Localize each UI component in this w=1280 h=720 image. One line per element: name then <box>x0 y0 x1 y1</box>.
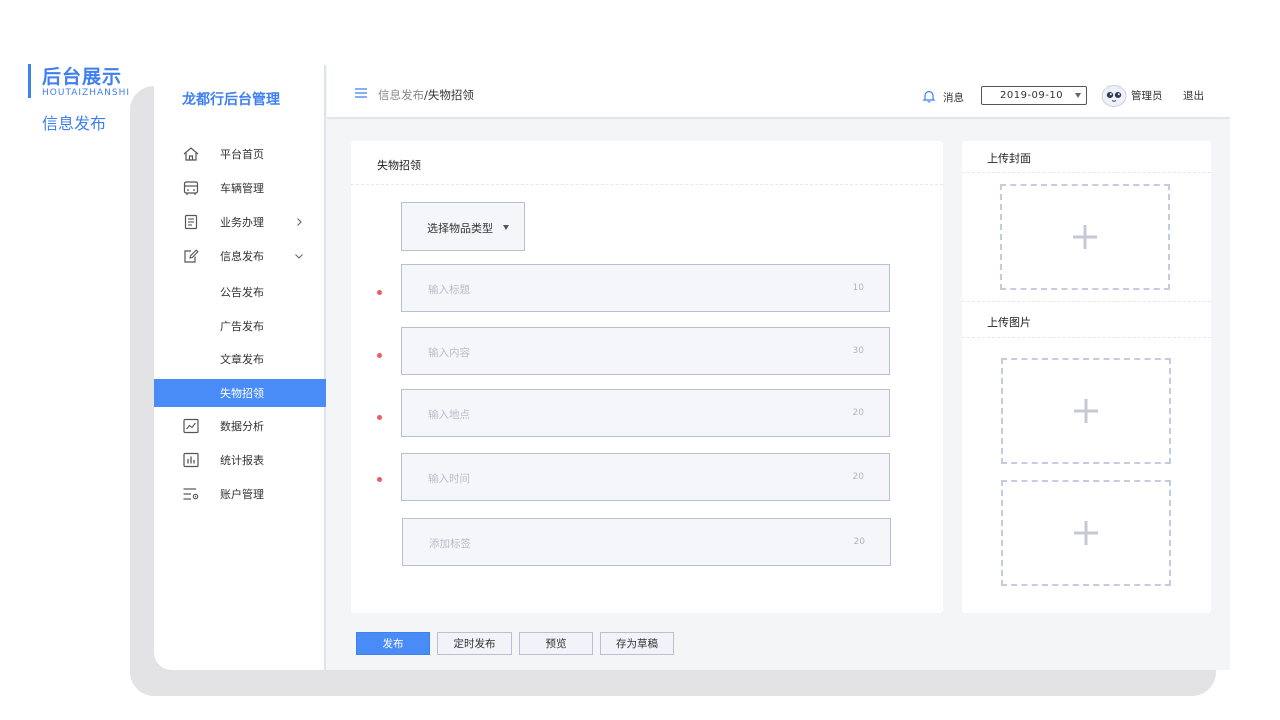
images-upload-title: 上传图片 <box>987 316 1031 329</box>
date-select[interactable]: 2019-09-10 <box>981 86 1087 105</box>
settings-list-icon <box>182 486 200 502</box>
item-type-select[interactable]: 选择物品类型 <box>401 202 525 251</box>
sidebar: 龙都行后台管理 平台首页 车辆管理 业务办理 信息发布 公告发布 广告发布 文章… <box>154 65 326 670</box>
sidebar-item-home[interactable]: 平台首页 <box>154 140 326 168</box>
sidebar-subitem-articles[interactable]: 文章发布 <box>154 345 326 373</box>
required-indicator <box>377 353 382 358</box>
page-title-pinyin: HOUTAIZHANSHI <box>42 88 131 98</box>
plus-icon <box>1073 225 1097 249</box>
bar-chart-icon <box>182 452 200 468</box>
input-placeholder: 输入标题 <box>428 284 470 296</box>
edit-icon <box>182 248 200 264</box>
sidebar-item-label: 业务办理 <box>220 216 264 229</box>
required-indicator <box>377 415 382 420</box>
plus-icon <box>1074 399 1098 423</box>
sidebar-item-label: 失物招领 <box>220 387 264 400</box>
breadcrumb-parent[interactable]: 信息发布 <box>378 88 424 102</box>
time-input[interactable]: 输入时间 20 <box>401 453 890 501</box>
title-input[interactable]: 输入标题 10 <box>401 264 890 312</box>
sidebar-item-label: 公告发布 <box>220 286 264 299</box>
location-input[interactable]: 输入地点 20 <box>401 389 890 437</box>
sidebar-item-analytics[interactable]: 数据分析 <box>154 412 326 440</box>
image-upload-area-2[interactable] <box>1001 480 1171 586</box>
sidebar-item-label: 广告发布 <box>220 320 264 333</box>
page-title: 后台展示 <box>42 66 123 88</box>
document-icon <box>182 214 200 230</box>
breadcrumb-current: 失物招领 <box>427 88 474 102</box>
char-limit: 20 <box>852 472 864 482</box>
char-limit: 10 <box>852 283 864 293</box>
content-input[interactable]: 输入内容 30 <box>401 327 890 375</box>
sidebar-item-reports[interactable]: 统计报表 <box>154 446 326 474</box>
input-placeholder: 输入时间 <box>428 473 470 485</box>
sidebar-item-accounts[interactable]: 账户管理 <box>154 480 326 508</box>
sidebar-subitem-ads[interactable]: 广告发布 <box>154 312 326 340</box>
sidebar-subitem-announcement[interactable]: 公告发布 <box>154 278 326 306</box>
upload-card: 上传封面 上传图片 <box>962 141 1211 613</box>
required-indicator <box>377 477 382 482</box>
image-upload-area-1[interactable] <box>1001 358 1171 464</box>
sidebar-item-label: 统计报表 <box>220 454 264 467</box>
home-icon <box>182 146 200 162</box>
sidebar-item-label: 信息发布 <box>220 250 264 263</box>
caret-down-icon <box>1075 93 1081 98</box>
card-divider <box>962 172 1211 173</box>
sidebar-item-vehicles[interactable]: 车辆管理 <box>154 174 326 202</box>
breadcrumb: 信息发布/失物招领 <box>378 87 474 103</box>
logout-link[interactable]: 退出 <box>1183 88 1204 103</box>
chevron-right-icon <box>297 218 302 226</box>
caret-down-icon <box>503 225 509 230</box>
sidebar-item-label: 账户管理 <box>220 488 264 501</box>
publish-button[interactable]: 发布 <box>356 632 430 655</box>
top-header: 信息发布/失物招领 消息 2019-09-10 管理员 退出 <box>327 65 1230 119</box>
preview-button[interactable]: 预览 <box>519 632 593 655</box>
cover-upload-area[interactable] <box>1000 184 1170 290</box>
sidebar-item-label: 平台首页 <box>220 148 264 161</box>
sidebar-subitem-lost-found[interactable]: 失物招领 <box>154 379 326 407</box>
sidebar-item-label: 文章发布 <box>220 353 264 366</box>
input-placeholder: 输入内容 <box>428 347 470 359</box>
required-indicator <box>377 290 382 295</box>
sidebar-item-business[interactable]: 业务办理 <box>154 208 326 236</box>
bus-icon <box>182 180 200 196</box>
lost-found-form-card: 失物招领 选择物品类型 输入标题 10 输入内容 30 输入地点 20 输入时间… <box>351 141 943 613</box>
input-placeholder: 添加标签 <box>429 538 471 550</box>
avatar[interactable] <box>1100 82 1128 108</box>
char-limit: 30 <box>852 346 864 356</box>
input-placeholder: 输入地点 <box>428 409 470 421</box>
cover-upload-title: 上传封面 <box>987 152 1031 165</box>
card-title: 失物招领 <box>377 159 421 172</box>
save-draft-button[interactable]: 存为草稿 <box>600 632 674 655</box>
messages-link[interactable]: 消息 <box>943 90 964 105</box>
line-chart-icon <box>182 418 200 434</box>
card-divider <box>351 184 943 185</box>
card-divider <box>962 301 1211 302</box>
sidebar-item-info-publish[interactable]: 信息发布 <box>154 242 326 270</box>
user-name[interactable]: 管理员 <box>1131 88 1163 103</box>
tag-input[interactable]: 添加标签 20 <box>402 518 891 566</box>
app-window: 龙都行后台管理 平台首页 车辆管理 业务办理 信息发布 公告发布 广告发布 文章… <box>154 65 1230 670</box>
page-subtitle: 信息发布 <box>42 114 107 133</box>
sidebar-item-label: 数据分析 <box>220 420 264 433</box>
char-limit: 20 <box>852 408 864 418</box>
date-value: 2019-09-10 <box>1000 90 1064 101</box>
chevron-down-icon <box>295 254 303 259</box>
menu-toggle-icon[interactable] <box>355 88 367 98</box>
schedule-publish-button[interactable]: 定时发布 <box>437 632 512 655</box>
card-divider <box>962 337 1211 338</box>
bell-icon[interactable] <box>922 89 936 103</box>
item-type-select-value: 选择物品类型 <box>427 222 493 235</box>
brand-name: 龙都行后台管理 <box>182 92 280 108</box>
char-limit: 20 <box>853 537 865 547</box>
plus-icon <box>1074 521 1098 545</box>
heading-accent-bar <box>28 64 31 98</box>
sidebar-item-label: 车辆管理 <box>220 182 264 195</box>
